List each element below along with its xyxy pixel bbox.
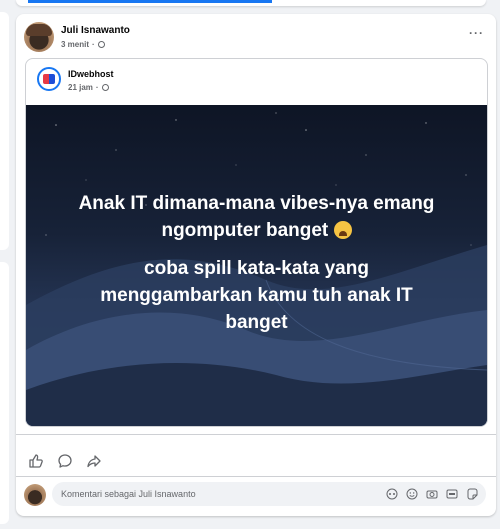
caption-line-1: Anak IT dimana-mana vibes-nya emang — [78, 193, 435, 214]
author-avatar[interactable] — [24, 22, 54, 52]
comment-placeholder: Komentari sebagai Juli Isnawanto — [61, 489, 196, 499]
shared-post-time[interactable]: 21 jam — [68, 83, 93, 92]
meta-separator: · — [92, 40, 95, 49]
left-panel-edge — [0, 262, 9, 524]
post-time[interactable]: 3 menit — [61, 40, 89, 49]
page-name[interactable]: IDwebhost — [68, 69, 114, 79]
like-icon[interactable] — [28, 453, 44, 469]
comment-icon[interactable] — [57, 453, 73, 469]
meta-separator: · — [95, 83, 99, 92]
crying-face-icon — [333, 221, 352, 239]
post-actions — [28, 452, 102, 470]
caption-line-3: coba spill kata-kata yang — [144, 258, 369, 279]
more-options-button[interactable]: ··· — [469, 27, 484, 39]
divider — [16, 434, 496, 435]
idwebhost-logo-icon — [43, 74, 55, 84]
tab-bar — [16, 0, 486, 6]
left-panel-edge — [0, 12, 9, 250]
post-meta: 3 menit · — [61, 40, 105, 49]
active-tab-indicator — [28, 0, 272, 3]
camera-icon[interactable] — [426, 488, 438, 500]
globe-icon — [97, 41, 105, 48]
caption-line-2-wrap: ngomputer banget — [26, 217, 487, 244]
shared-post-meta: 21 jam · — [68, 83, 109, 92]
emoji-icon[interactable] — [406, 488, 418, 500]
image-caption: Anak IT dimana-mana vibes-nya emang ngom… — [26, 190, 487, 336]
author-name[interactable]: Juli Isnawanto — [61, 25, 130, 36]
gif-icon[interactable] — [446, 488, 458, 500]
caption-line-2: ngomputer banget — [161, 220, 329, 241]
shared-post[interactable]: IDwebhost 21 jam · Anak IT dimana-mana v… — [25, 58, 488, 427]
feed-post: Juli Isnawanto 3 menit · ··· IDwebhost 2… — [16, 14, 496, 516]
comment-tools — [386, 488, 478, 500]
post-image[interactable]: Anak IT dimana-mana vibes-nya emang ngom… — [26, 105, 487, 426]
page-avatar[interactable] — [37, 67, 61, 91]
commenter-avatar[interactable] — [24, 484, 46, 506]
share-icon[interactable] — [86, 453, 102, 469]
avatar-sticker-icon[interactable] — [386, 488, 398, 500]
sticker-icon[interactable] — [466, 488, 478, 500]
caption-line-4: menggambarkan kamu tuh anak IT — [100, 285, 413, 306]
caption-line-5: banget — [225, 312, 288, 333]
globe-icon — [101, 84, 109, 91]
comment-input[interactable]: Komentari sebagai Juli Isnawanto — [52, 482, 486, 506]
comment-composer: Komentari sebagai Juli Isnawanto — [24, 482, 488, 506]
divider — [16, 476, 496, 477]
